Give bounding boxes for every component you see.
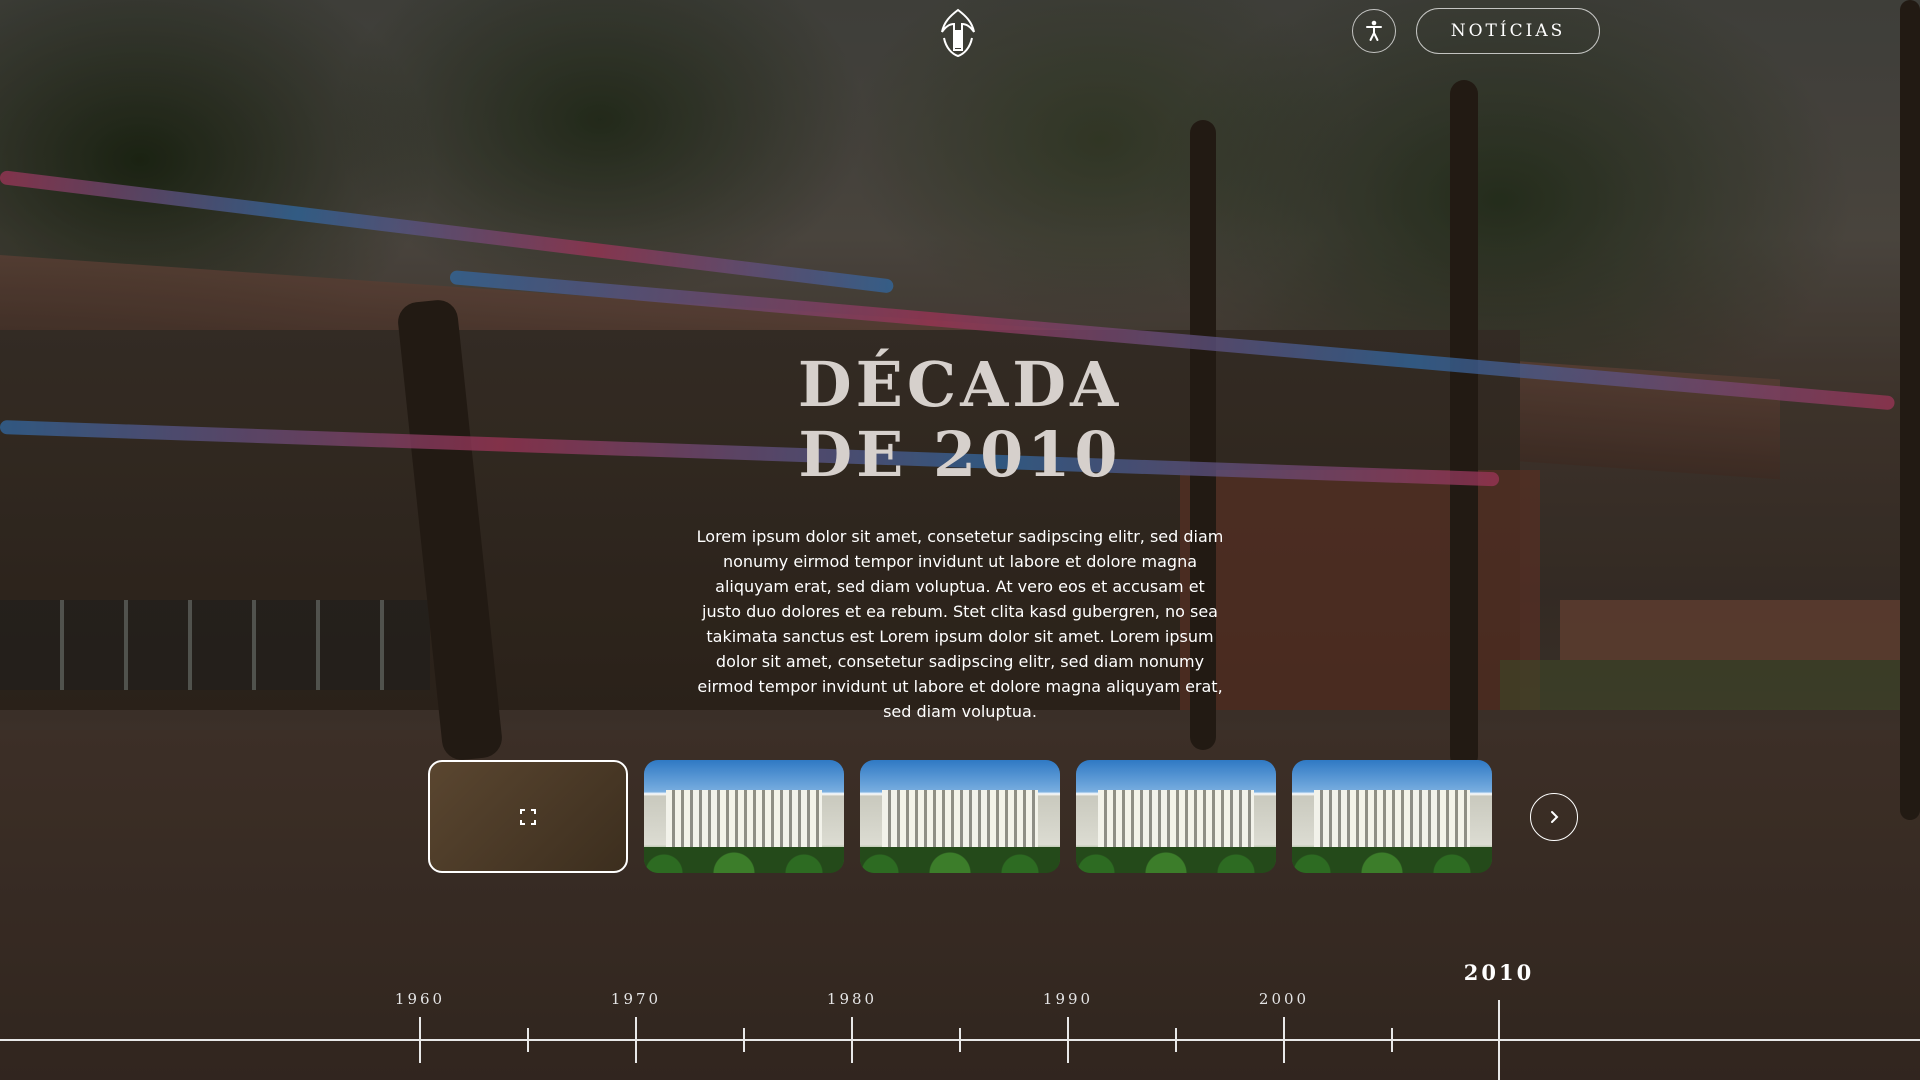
timeline-year-1970[interactable]: 1970: [586, 990, 686, 1008]
gallery-thumbnail-active[interactable]: [428, 760, 628, 873]
timeline-tick-minor: [959, 1028, 961, 1052]
timeline-tick: [1067, 1017, 1069, 1063]
gallery-next-button[interactable]: [1530, 793, 1578, 841]
accessibility-button[interactable]: [1352, 9, 1396, 53]
timeline-year-2000[interactable]: 2000: [1234, 990, 1334, 1008]
timeline-year-current[interactable]: 2010: [1449, 960, 1549, 985]
timeline-year-1990[interactable]: 1990: [1018, 990, 1118, 1008]
timeline-year-1980[interactable]: 1980: [802, 990, 902, 1008]
expand-icon: [520, 808, 536, 825]
timeline-tick-minor: [1175, 1028, 1177, 1052]
timeline-year-1960[interactable]: 1960: [370, 990, 470, 1008]
timeline-tick: [851, 1017, 853, 1063]
timeline-tick-current: [1498, 1000, 1500, 1080]
timeline-tick-minor: [1391, 1028, 1393, 1052]
timeline-tick: [419, 1017, 421, 1063]
page-title: DÉCADA DE 2010: [660, 350, 1260, 490]
timeline-tick: [1283, 1017, 1285, 1063]
gallery-thumbnail[interactable]: [644, 760, 844, 873]
decade-description: Lorem ipsum dolor sit amet, consetetur s…: [696, 527, 1224, 721]
timeline-tick: [635, 1017, 637, 1063]
timeline-tick-minor: [743, 1028, 745, 1052]
gallery-thumbnail[interactable]: [1292, 760, 1492, 873]
news-button[interactable]: NOTÍCIAS: [1416, 8, 1600, 54]
accessibility-icon: [1366, 20, 1382, 41]
university-crest-logo[interactable]: [936, 8, 980, 58]
title-line: DÉCADA: [797, 348, 1123, 421]
timeline-tick-minor: [527, 1028, 529, 1052]
chevron-right-icon: [1551, 811, 1559, 823]
gallery-thumbnail[interactable]: [860, 760, 1060, 873]
gallery-thumbnail[interactable]: [1076, 760, 1276, 873]
title-line: DE 2010: [798, 418, 1122, 491]
